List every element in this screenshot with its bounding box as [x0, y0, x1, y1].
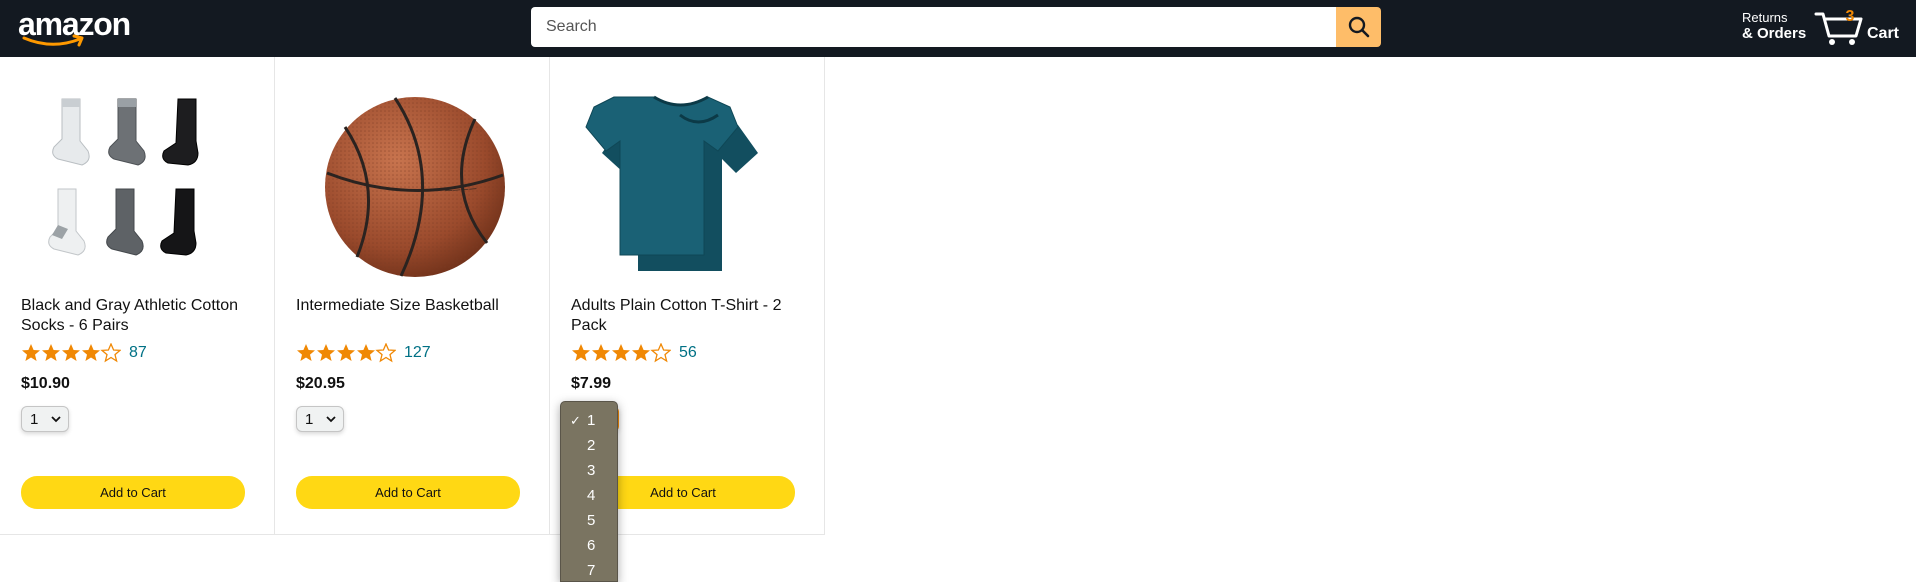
rating-count-link[interactable]: 87	[129, 344, 147, 362]
quantity-option[interactable]: 2	[561, 433, 617, 458]
quantity-option[interactable]: 7	[561, 558, 617, 582]
star-rating-icon	[572, 343, 671, 363]
quantity-value: 1	[30, 410, 39, 428]
product-rating: 56	[571, 343, 697, 363]
quantity-dropdown-menu: ✓ 1 2 3 4 5 6 7	[560, 401, 618, 582]
search-bar	[531, 7, 1381, 47]
add-to-cart-button[interactable]: Add to Cart	[21, 476, 245, 509]
product-card: Black and Gray Athletic Cotton Socks - 6…	[0, 57, 275, 535]
add-to-cart-button[interactable]: Add to Cart	[296, 476, 520, 509]
search-icon	[1348, 16, 1369, 38]
rating-stars	[296, 343, 396, 363]
quantity-option[interactable]: 6	[561, 533, 617, 558]
product-price: $20.95	[296, 375, 345, 392]
quantity-select[interactable]: 1	[296, 406, 344, 432]
returns-label: Returns	[1742, 10, 1788, 25]
chevron-down-icon	[51, 416, 61, 423]
top-navbar: amazon Returns & Orders 3 Cart	[0, 0, 1916, 57]
quantity-option[interactable]: ✓ 1	[561, 408, 617, 433]
socks-image	[48, 98, 199, 256]
search-input[interactable]	[531, 7, 1336, 47]
amazon-logo[interactable]: amazon	[18, 8, 131, 48]
rating-stars	[571, 343, 671, 363]
quantity-option-label: 7	[587, 562, 596, 579]
product-rating: 87	[21, 343, 147, 363]
quantity-option[interactable]: 5	[561, 508, 617, 533]
rating-count-link[interactable]: 127	[404, 344, 431, 362]
cart-link[interactable]: 3 Cart	[1814, 6, 1910, 50]
basketball-image: ————	[325, 97, 505, 277]
star-rating-icon	[297, 343, 396, 363]
product-price: $10.90	[21, 375, 70, 392]
returns-orders-link[interactable]: Returns & Orders	[1742, 10, 1806, 42]
product-name[interactable]: Intermediate Size Basketball	[296, 296, 531, 336]
rating-stars	[21, 343, 121, 363]
quantity-option-label: 1	[587, 412, 596, 429]
product-price: $7.99	[571, 375, 612, 392]
quantity-select[interactable]: 1	[21, 406, 69, 432]
quantity-option-label: 2	[587, 437, 596, 454]
star-rating-icon	[22, 343, 121, 363]
quantity-option-label: 4	[587, 487, 596, 504]
smile-arrow-icon	[22, 34, 84, 47]
product-name[interactable]: Adults Plain Cotton T-Shirt - 2 Pack	[571, 296, 806, 336]
product-card: ———— Intermediate Size Basketball 127 $2…	[275, 57, 550, 535]
tshirt-image	[585, 95, 758, 271]
cart-label: Cart	[1867, 25, 1900, 42]
cart-count-badge: 3	[1845, 8, 1855, 25]
product-name[interactable]: Black and Gray Athletic Cotton Socks - 6…	[21, 296, 256, 336]
checkmark-icon: ✓	[570, 413, 581, 428]
product-rating: 127	[296, 343, 431, 363]
orders-label: & Orders	[1742, 25, 1807, 42]
quantity-value: 1	[305, 410, 314, 428]
rating-count-link[interactable]: 56	[679, 344, 697, 362]
quantity-option-label: 5	[587, 512, 596, 529]
search-button[interactable]	[1336, 7, 1381, 47]
quantity-option-label: 3	[587, 462, 596, 479]
quantity-option-label: 6	[587, 537, 596, 554]
product-grid: Black and Gray Athletic Cotton Socks - 6…	[0, 57, 825, 535]
chevron-down-icon	[326, 416, 336, 423]
quantity-option[interactable]: 4	[561, 483, 617, 508]
quantity-option[interactable]: 3	[561, 458, 617, 483]
